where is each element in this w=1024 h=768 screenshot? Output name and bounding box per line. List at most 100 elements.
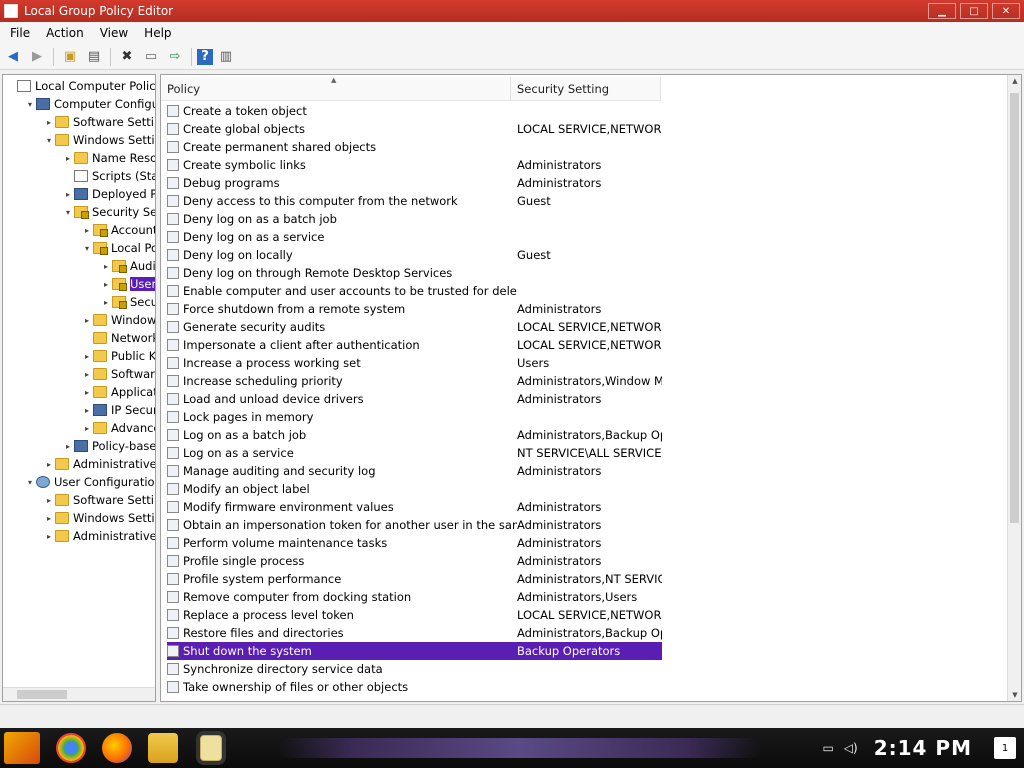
collapsed-arrow-icon[interactable]: ▸ — [81, 226, 93, 235]
policy-row[interactable]: Log on as a service NT SERVICE\ALL SERVIC… — [167, 444, 662, 462]
scroll-down-icon[interactable]: ▼ — [1008, 691, 1021, 699]
policy-row[interactable]: Modify an object label — [167, 480, 662, 498]
menu-help[interactable]: Help — [136, 26, 179, 40]
policy-row[interactable]: Create permanent shared objects — [167, 138, 662, 156]
tree-item[interactable]: ▸ Administrative Templates — [43, 455, 155, 473]
firefox-icon[interactable] — [102, 733, 132, 763]
collapsed-arrow-icon[interactable]: ▸ — [43, 460, 55, 469]
policy-row[interactable]: Load and unload device drivers Administra… — [167, 390, 662, 408]
policy-row[interactable]: Profile system performance Administrators… — [167, 570, 662, 588]
maximize-button[interactable]: □ — [960, 3, 988, 19]
policy-row[interactable]: Debug programs Administrators — [167, 174, 662, 192]
tree-item[interactable]: ▾ Computer Configuratio — [24, 95, 155, 113]
policy-row[interactable]: Take ownership of files or other objects — [167, 678, 662, 696]
policy-row[interactable]: Increase a process working set Users — [167, 354, 662, 372]
tree-item[interactable]: ▸ Administrative Templates — [43, 527, 155, 545]
collapsed-arrow-icon[interactable]: ▸ — [81, 352, 93, 361]
scroll-up-icon[interactable]: ▲ — [1008, 77, 1021, 85]
collapsed-arrow-icon[interactable]: ▸ — [43, 118, 55, 127]
policy-row[interactable]: Modify firmware environment values Admini… — [167, 498, 662, 516]
policy-row[interactable]: Deny log on as a service — [167, 228, 662, 246]
collapsed-arrow-icon[interactable]: ▸ — [62, 190, 74, 199]
up-folder-icon[interactable]: ▣ — [59, 47, 81, 67]
tree-item[interactable]: ▸ Software Restriction — [81, 365, 155, 383]
collapsed-arrow-icon[interactable]: ▸ — [43, 496, 55, 505]
tree-item[interactable]: ▾ Security Settings — [62, 203, 155, 221]
collapsed-arrow-icon[interactable]: ▸ — [100, 280, 112, 289]
tree-item[interactable]: ▸ Audit Policy — [100, 257, 155, 275]
policy-row[interactable]: Increase scheduling priority Administrato… — [167, 372, 662, 390]
expanded-arrow-icon[interactable]: ▾ — [43, 136, 55, 145]
tree-item[interactable]: ▾ User Configuration — [24, 473, 155, 491]
tree-item[interactable]: Scripts (Startup — [62, 167, 155, 185]
policy-row[interactable]: Deny log on through Remote Desktop Servi… — [167, 264, 662, 282]
scrollbar-thumb[interactable] — [1010, 93, 1019, 523]
show-action-pane-icon[interactable]: ▥ — [215, 47, 237, 67]
tree-item[interactable]: ▸ Application Control — [81, 383, 155, 401]
tree-item[interactable]: ▸ IP Security — [81, 401, 155, 419]
policy-row[interactable]: Restore files and directories Administrat… — [167, 624, 662, 642]
vertical-scrollbar[interactable]: ▲ ▼ — [1007, 75, 1021, 701]
policy-row[interactable]: Log on as a batch job Administrators,Back… — [167, 426, 662, 444]
delete-icon[interactable]: ✖ — [116, 47, 138, 67]
policy-row[interactable]: Create global objects LOCAL SERVICE,NETWO… — [167, 120, 662, 138]
policy-row[interactable]: Generate security audits LOCAL SERVICE,NE… — [167, 318, 662, 336]
start-button[interactable] — [4, 732, 40, 764]
tree-item[interactable]: Network List — [81, 329, 155, 347]
forward-icon[interactable]: ▶ — [26, 47, 48, 67]
column-header-security-setting[interactable]: Security Setting — [511, 77, 661, 101]
policy-row[interactable]: Replace a process level token LOCAL SERVI… — [167, 606, 662, 624]
export-list-icon[interactable]: ⇨ — [164, 47, 186, 67]
tree-item[interactable]: ▸ Windows Firewall — [81, 311, 155, 329]
policy-row[interactable]: Perform volume maintenance tasks Administ… — [167, 534, 662, 552]
policy-row[interactable]: Create a token object — [167, 102, 662, 120]
expanded-arrow-icon[interactable]: ▾ — [81, 244, 93, 253]
policy-row[interactable]: Synchronize directory service data — [167, 660, 662, 678]
close-button[interactable]: ✕ — [992, 3, 1020, 19]
chrome-icon[interactable] — [56, 733, 86, 763]
tree-item[interactable]: ▾ Local Policies — [81, 239, 155, 257]
collapsed-arrow-icon[interactable]: ▸ — [81, 388, 93, 397]
tree-item[interactable]: ▸ Advanced Audit — [81, 419, 155, 437]
policy-row[interactable]: Profile single process Administrators — [167, 552, 662, 570]
tree-item[interactable]: ▸ Name Resolution — [62, 149, 155, 167]
tree-item[interactable]: ▸ Software Settings — [43, 113, 155, 131]
policy-row[interactable]: Manage auditing and security log Administ… — [167, 462, 662, 480]
policy-row[interactable]: Enable computer and user accounts to be … — [167, 282, 662, 300]
collapsed-arrow-icon[interactable]: ▸ — [81, 406, 93, 415]
tree-horizontal-scrollbar[interactable] — [3, 687, 155, 701]
policy-row[interactable]: Obtain an impersonation token for anothe… — [167, 516, 662, 534]
collapsed-arrow-icon[interactable]: ▸ — [100, 298, 112, 307]
volume-icon[interactable]: ◁) — [844, 741, 858, 755]
collapsed-arrow-icon[interactable]: ▸ — [81, 370, 93, 379]
collapsed-arrow-icon[interactable]: ▸ — [81, 316, 93, 325]
menu-file[interactable]: File — [2, 26, 38, 40]
notification-icon[interactable]: 1 — [994, 737, 1016, 759]
scrollbar-thumb[interactable] — [17, 690, 67, 699]
collapsed-arrow-icon[interactable]: ▸ — [43, 514, 55, 523]
console-tree[interactable]: Local Computer Policy ▾ Computer Configura… — [2, 74, 156, 702]
policy-row[interactable]: Impersonate a client after authenticatio… — [167, 336, 662, 354]
tree-item[interactable]: ▸ Account Policies — [81, 221, 155, 239]
clock[interactable]: 2:14 PM — [874, 736, 972, 760]
help-icon[interactable]: ? — [197, 48, 213, 65]
tree-item[interactable]: ▾ Windows Settings — [43, 131, 155, 149]
collapsed-arrow-icon[interactable]: ▸ — [81, 424, 93, 433]
policy-list[interactable]: Policy Security Setting ▲ Create a token… — [160, 74, 1022, 702]
policy-row[interactable]: Shut down the system Backup Operators — [167, 642, 662, 660]
tree-item[interactable]: ▸ Policy-based QoS — [62, 437, 155, 455]
tree-item[interactable]: ▸ Security Options — [100, 293, 155, 311]
minimize-button[interactable]: ▁ — [928, 3, 956, 19]
menu-action[interactable]: Action — [38, 26, 92, 40]
back-icon[interactable]: ◀ — [2, 47, 24, 67]
network-icon[interactable]: ▭ — [822, 741, 833, 755]
policy-row[interactable]: Deny access to this computer from the ne… — [167, 192, 662, 210]
file-explorer-icon[interactable] — [148, 733, 178, 763]
tree-item[interactable]: Local Computer Policy — [5, 77, 155, 95]
collapsed-arrow-icon[interactable]: ▸ — [62, 442, 74, 451]
policy-row[interactable]: Force shutdown from a remote system Admin… — [167, 300, 662, 318]
policy-row[interactable]: Deny log on locally Guest — [167, 246, 662, 264]
tree-item[interactable]: ▸ Deployed Printers — [62, 185, 155, 203]
collapsed-arrow-icon[interactable]: ▸ — [43, 532, 55, 541]
policy-row[interactable]: Deny log on as a batch job — [167, 210, 662, 228]
